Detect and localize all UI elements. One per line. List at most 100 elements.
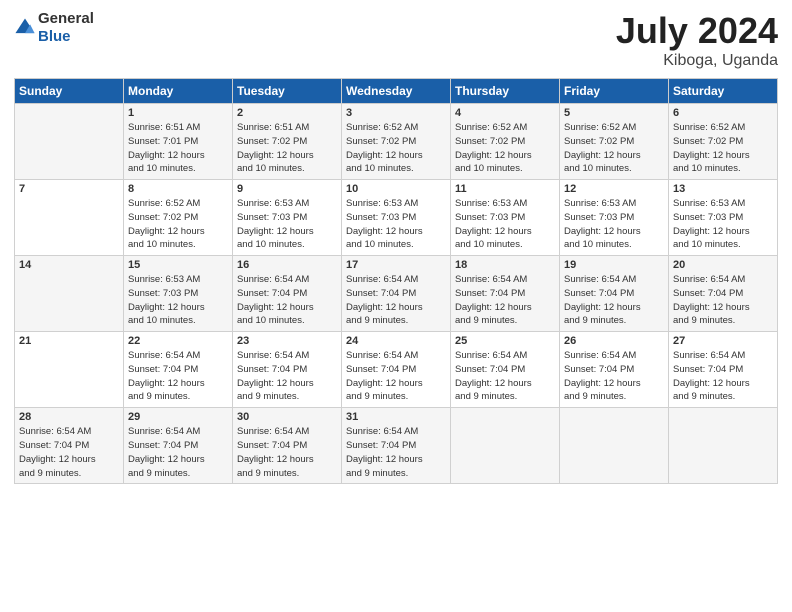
- day-number: 2: [237, 107, 337, 119]
- day-info: Sunrise: 6:54 AMSunset: 7:04 PMDaylight:…: [19, 425, 119, 480]
- calendar-week-row: 28 Sunrise: 6:54 AMSunset: 7:04 PMDayligh…: [15, 408, 778, 484]
- day-number: 4: [455, 107, 555, 119]
- logo: General Blue: [14, 10, 94, 46]
- day-info: Sunrise: 6:52 AMSunset: 7:02 PMDaylight:…: [128, 197, 228, 252]
- calendar-cell: 27Sunrise: 6:54 AMSunset: 7:04 PMDayligh…: [669, 332, 778, 408]
- calendar-cell: 22 Sunrise: 6:54 AMSunset: 7:04 PMDayligh…: [124, 332, 233, 408]
- calendar-cell: 19 Sunrise: 6:54 AMSunset: 7:04 PMDayligh…: [560, 256, 669, 332]
- calendar-header-row: SundayMondayTuesdayWednesdayThursdayFrid…: [15, 79, 778, 104]
- header: General Blue July 2024 Kiboga, Uganda: [14, 10, 778, 70]
- calendar-cell: 5 Sunrise: 6:52 AMSunset: 7:02 PMDaylight…: [560, 104, 669, 180]
- day-info: Sunrise: 6:54 AMSunset: 7:04 PMDaylight:…: [673, 349, 773, 404]
- calendar-cell: 14: [15, 256, 124, 332]
- calendar-cell: 4 Sunrise: 6:52 AMSunset: 7:02 PMDaylight…: [451, 104, 560, 180]
- day-number: 14: [19, 259, 119, 271]
- day-info: Sunrise: 6:54 AMSunset: 7:04 PMDaylight:…: [346, 273, 446, 328]
- day-info: Sunrise: 6:52 AMSunset: 7:02 PMDaylight:…: [346, 121, 446, 176]
- day-number: 15: [128, 259, 228, 271]
- day-number: 17: [346, 259, 446, 271]
- day-number: 20: [673, 259, 773, 271]
- day-of-week-header: Monday: [124, 79, 233, 104]
- calendar-cell: 18Sunrise: 6:54 AMSunset: 7:04 PMDayligh…: [451, 256, 560, 332]
- day-number: 31: [346, 411, 446, 423]
- day-info: Sunrise: 6:54 AMSunset: 7:04 PMDaylight:…: [564, 273, 664, 328]
- calendar-cell: 8Sunrise: 6:52 AMSunset: 7:02 PMDaylight…: [124, 180, 233, 256]
- day-number: 25: [455, 335, 555, 347]
- day-info: Sunrise: 6:52 AMSunset: 7:02 PMDaylight:…: [673, 121, 773, 176]
- day-info: Sunrise: 6:54 AMSunset: 7:04 PMDaylight:…: [673, 273, 773, 328]
- day-info: Sunrise: 6:51 AMSunset: 7:02 PMDaylight:…: [237, 121, 337, 176]
- calendar-cell: 26Sunrise: 6:54 AMSunset: 7:04 PMDayligh…: [560, 332, 669, 408]
- day-number: 3: [346, 107, 446, 119]
- calendar-cell: 25 Sunrise: 6:54 AMSunset: 7:04 PMDayligh…: [451, 332, 560, 408]
- day-number: 23: [237, 335, 337, 347]
- day-number: 5: [564, 107, 664, 119]
- day-info: Sunrise: 6:54 AMSunset: 7:04 PMDaylight:…: [346, 349, 446, 404]
- calendar-cell: 11 Sunrise: 6:53 AMSunset: 7:03 PMDayligh…: [451, 180, 560, 256]
- day-info: Sunrise: 6:54 AMSunset: 7:04 PMDaylight:…: [455, 349, 555, 404]
- calendar-cell: [451, 408, 560, 484]
- logo-icon: [14, 17, 36, 39]
- day-info: Sunrise: 6:54 AMSunset: 7:04 PMDaylight:…: [346, 425, 446, 480]
- day-number: 19: [564, 259, 664, 271]
- calendar-cell: 3 Sunrise: 6:52 AMSunset: 7:02 PMDaylight…: [342, 104, 451, 180]
- day-number: 1: [128, 107, 228, 119]
- day-number: 12: [564, 183, 664, 195]
- day-info: Sunrise: 6:54 AMSunset: 7:04 PMDaylight:…: [128, 349, 228, 404]
- day-info: Sunrise: 6:53 AMSunset: 7:03 PMDaylight:…: [128, 273, 228, 328]
- day-of-week-header: Wednesday: [342, 79, 451, 104]
- calendar-cell: [15, 104, 124, 180]
- calendar-cell: 2 Sunrise: 6:51 AMSunset: 7:02 PMDaylight…: [233, 104, 342, 180]
- day-number: 11: [455, 183, 555, 195]
- calendar-week-row: 7 8Sunrise: 6:52 AMSunset: 7:02 PMDayligh…: [15, 180, 778, 256]
- title-block: July 2024 Kiboga, Uganda: [616, 10, 778, 70]
- day-of-week-header: Tuesday: [233, 79, 342, 104]
- calendar-cell: 31 Sunrise: 6:54 AMSunset: 7:04 PMDayligh…: [342, 408, 451, 484]
- calendar-table: SundayMondayTuesdayWednesdayThursdayFrid…: [14, 78, 778, 484]
- calendar-cell: 12 Sunrise: 6:53 AMSunset: 7:03 PMDayligh…: [560, 180, 669, 256]
- calendar-cell: 6 Sunrise: 6:52 AMSunset: 7:02 PMDaylight…: [669, 104, 778, 180]
- calendar-title: July 2024: [616, 10, 778, 52]
- day-info: Sunrise: 6:53 AMSunset: 7:03 PMDaylight:…: [564, 197, 664, 252]
- calendar-cell: 20 Sunrise: 6:54 AMSunset: 7:04 PMDayligh…: [669, 256, 778, 332]
- calendar-cell: 23 Sunrise: 6:54 AMSunset: 7:04 PMDayligh…: [233, 332, 342, 408]
- day-number: 6: [673, 107, 773, 119]
- calendar-cell: [669, 408, 778, 484]
- calendar-cell: 17 Sunrise: 6:54 AMSunset: 7:04 PMDayligh…: [342, 256, 451, 332]
- calendar-cell: 21: [15, 332, 124, 408]
- calendar-cell: 28 Sunrise: 6:54 AMSunset: 7:04 PMDayligh…: [15, 408, 124, 484]
- day-info: Sunrise: 6:54 AMSunset: 7:04 PMDaylight:…: [455, 273, 555, 328]
- calendar-body: 1Sunrise: 6:51 AMSunset: 7:01 PMDaylight…: [15, 104, 778, 484]
- day-info: Sunrise: 6:53 AMSunset: 7:03 PMDaylight:…: [346, 197, 446, 252]
- day-number: 16: [237, 259, 337, 271]
- logo-blue-text: Blue: [38, 28, 71, 45]
- day-info: Sunrise: 6:52 AMSunset: 7:02 PMDaylight:…: [564, 121, 664, 176]
- calendar-cell: 1Sunrise: 6:51 AMSunset: 7:01 PMDaylight…: [124, 104, 233, 180]
- calendar-cell: [560, 408, 669, 484]
- calendar-cell: 29Sunrise: 6:54 AMSunset: 7:04 PMDayligh…: [124, 408, 233, 484]
- logo-general-text: General: [38, 10, 94, 27]
- day-info: Sunrise: 6:52 AMSunset: 7:02 PMDaylight:…: [455, 121, 555, 176]
- calendar-cell: 16 Sunrise: 6:54 AMSunset: 7:04 PMDayligh…: [233, 256, 342, 332]
- calendar-week-row: 1Sunrise: 6:51 AMSunset: 7:01 PMDaylight…: [15, 104, 778, 180]
- calendar-week-row: 21 22 Sunrise: 6:54 AMSunset: 7:04 PMDayli…: [15, 332, 778, 408]
- calendar-cell: 10Sunrise: 6:53 AMSunset: 7:03 PMDayligh…: [342, 180, 451, 256]
- day-number: 22: [128, 335, 228, 347]
- calendar-cell: 30Sunrise: 6:54 AMSunset: 7:04 PMDayligh…: [233, 408, 342, 484]
- day-info: Sunrise: 6:53 AMSunset: 7:03 PMDaylight:…: [673, 197, 773, 252]
- day-number: 13: [673, 183, 773, 195]
- day-info: Sunrise: 6:53 AMSunset: 7:03 PMDaylight:…: [237, 197, 337, 252]
- calendar-cell: 9Sunrise: 6:53 AMSunset: 7:03 PMDaylight…: [233, 180, 342, 256]
- day-of-week-header: Sunday: [15, 79, 124, 104]
- day-number: 7: [19, 183, 119, 195]
- day-info: Sunrise: 6:54 AMSunset: 7:04 PMDaylight:…: [237, 349, 337, 404]
- day-info: Sunrise: 6:53 AMSunset: 7:03 PMDaylight:…: [455, 197, 555, 252]
- day-info: Sunrise: 6:54 AMSunset: 7:04 PMDaylight:…: [237, 273, 337, 328]
- day-number: 28: [19, 411, 119, 423]
- calendar-location: Kiboga, Uganda: [616, 52, 778, 70]
- day-of-week-header: Saturday: [669, 79, 778, 104]
- calendar-cell: 15 Sunrise: 6:53 AMSunset: 7:03 PMDayligh…: [124, 256, 233, 332]
- calendar-cell: 24 Sunrise: 6:54 AMSunset: 7:04 PMDayligh…: [342, 332, 451, 408]
- day-info: Sunrise: 6:54 AMSunset: 7:04 PMDaylight:…: [237, 425, 337, 480]
- day-number: 24: [346, 335, 446, 347]
